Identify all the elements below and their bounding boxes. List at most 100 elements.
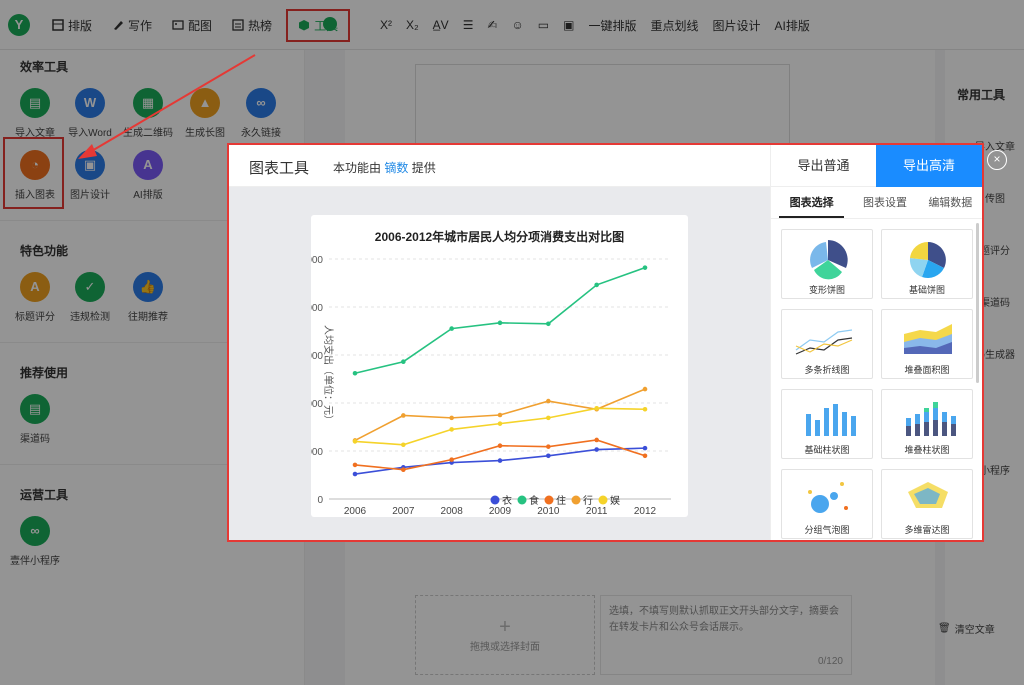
radar-icon xyxy=(908,482,948,508)
data-point xyxy=(449,457,454,462)
data-point xyxy=(594,282,599,288)
line-chart: 2006-2012年城市居民人均分项消费支出对比图000000000000000… xyxy=(311,229,671,517)
chart-tool-modal: 图表工具 本功能由 镝数 提供 导出普通 导出高清 2006-2012年城市居民… xyxy=(227,143,984,542)
legend-label: 衣 xyxy=(502,494,512,507)
x-tick-label: 2009 xyxy=(489,506,512,517)
data-point xyxy=(497,421,503,426)
data-point xyxy=(352,471,358,477)
chart-title: 2006-2012年城市居民人均分项消费支出对比图 xyxy=(375,229,624,244)
chart-canvas-area: 2006-2012年城市居民人均分项消费支出对比图000000000000000… xyxy=(229,187,770,540)
chart-type-label: 基础柱状图 xyxy=(804,445,850,455)
legend-label: 行 xyxy=(583,494,593,507)
chart-type-variant-pie[interactable]: 变形饼图 xyxy=(781,229,873,299)
data-point xyxy=(642,445,648,451)
data-point xyxy=(546,321,551,327)
data-point xyxy=(449,326,454,331)
options-tabs: 图表选择 图表设置 编辑数据 xyxy=(771,187,982,219)
legend-marker xyxy=(571,495,581,505)
chart-type-label: 分组气泡图 xyxy=(804,525,850,535)
y-tick-label: 000 xyxy=(311,303,323,314)
data-point xyxy=(352,439,358,444)
chart-type-bubble[interactable]: 分组气泡图 xyxy=(781,469,873,539)
chart-type-label: 多维雷达图 xyxy=(904,525,950,535)
data-point xyxy=(546,415,551,421)
y-tick-label: 000 xyxy=(311,399,323,410)
chart-type-label: 变形饼图 xyxy=(808,285,845,295)
data-point xyxy=(497,320,503,326)
chart-type-basic-bar[interactable]: 基础柱状图 xyxy=(781,389,873,459)
x-tick-label: 2011 xyxy=(586,506,608,517)
data-point xyxy=(594,447,599,452)
export-normal-button[interactable]: 导出普通 xyxy=(770,145,876,187)
data-point xyxy=(642,265,648,270)
bubble-icon xyxy=(808,482,848,513)
legend-label: 食 xyxy=(529,494,539,507)
chart-card[interactable]: 2006-2012年城市居民人均分项消费支出对比图000000000000000… xyxy=(311,215,688,517)
data-point xyxy=(497,458,503,463)
data-point xyxy=(594,405,599,411)
chart-options-panel: 图表选择 图表设置 编辑数据 变形饼图 基础饼图 多条折线图 堆叠面积图 基础柱… xyxy=(770,187,982,540)
stacked-bar-icon xyxy=(906,402,956,436)
credit-link[interactable]: 镝数 xyxy=(384,161,408,175)
data-point xyxy=(546,444,551,449)
y-tick-label: 000 xyxy=(311,447,323,458)
basic-pie-icon xyxy=(909,241,946,278)
data-point xyxy=(401,359,406,365)
data-point xyxy=(497,412,503,418)
tab-edit-data[interactable]: 编辑数据 xyxy=(918,187,982,218)
data-point xyxy=(546,398,551,404)
data-point xyxy=(352,462,358,468)
data-point xyxy=(401,442,406,448)
legend-label: 住 xyxy=(556,494,566,507)
data-point xyxy=(642,406,648,412)
stacked-area-icon xyxy=(904,324,952,354)
chart-type-label: 多条折线图 xyxy=(804,365,850,375)
y-tick-label: 0 xyxy=(317,495,323,506)
legend-marker xyxy=(544,495,554,505)
x-tick-label: 2007 xyxy=(392,506,415,517)
export-hd-button[interactable]: 导出高清 xyxy=(876,145,982,187)
tab-chart-settings[interactable]: 图表设置 xyxy=(852,187,917,218)
multi-line-icon xyxy=(795,329,853,355)
y-axis-label: 人均支出（单位：元） xyxy=(322,325,335,425)
data-point xyxy=(642,386,648,392)
chart-type-basic-pie[interactable]: 基础饼图 xyxy=(881,229,973,299)
legend-marker xyxy=(598,495,608,505)
data-point xyxy=(401,413,406,418)
basic-bar-icon xyxy=(806,404,856,436)
credit-prefix: 本功能由 xyxy=(333,161,382,175)
data-point xyxy=(594,437,599,443)
x-tick-label: 2012 xyxy=(634,506,657,517)
chart-type-multi-line[interactable]: 多条折线图 xyxy=(781,309,873,379)
modal-credit: 本功能由 镝数 提供 xyxy=(333,159,436,176)
data-point xyxy=(352,370,358,376)
legend-marker xyxy=(517,495,527,505)
chart-type-stacked-bar[interactable]: 堆叠柱状图 xyxy=(881,389,973,459)
chart-type-label: 堆叠柱状图 xyxy=(904,445,950,455)
legend-marker xyxy=(490,495,500,505)
chart-type-label: 基础饼图 xyxy=(908,285,945,295)
close-icon[interactable]: × xyxy=(987,150,1007,170)
data-point xyxy=(546,453,551,459)
y-tick-label: 000 xyxy=(311,255,323,266)
legend-label: 娱 xyxy=(610,494,620,507)
chart-type-radar[interactable]: 多维雷达图 xyxy=(881,469,973,539)
x-tick-label: 2006 xyxy=(344,506,367,517)
x-tick-label: 2008 xyxy=(441,506,464,517)
data-point xyxy=(449,415,454,421)
chart-type-stacked-area[interactable]: 堆叠面积图 xyxy=(881,309,973,379)
x-tick-label: 2010 xyxy=(537,506,560,517)
credit-suffix: 提供 xyxy=(411,161,436,175)
y-tick-label: 000 xyxy=(311,351,323,362)
chart-type-label: 堆叠面积图 xyxy=(904,365,950,375)
modal-title: 图表工具 xyxy=(249,160,310,177)
tab-chart-select[interactable]: 图表选择 xyxy=(779,187,845,218)
modal-header: 图表工具 本功能由 镝数 提供 导出普通 导出高清 xyxy=(229,145,982,187)
data-point xyxy=(497,443,503,449)
data-point xyxy=(642,453,648,459)
options-scrollbar[interactable] xyxy=(976,223,979,383)
series-line xyxy=(354,266,646,375)
variant-pie-icon xyxy=(810,240,848,280)
data-point xyxy=(449,427,454,432)
data-point xyxy=(401,467,406,473)
